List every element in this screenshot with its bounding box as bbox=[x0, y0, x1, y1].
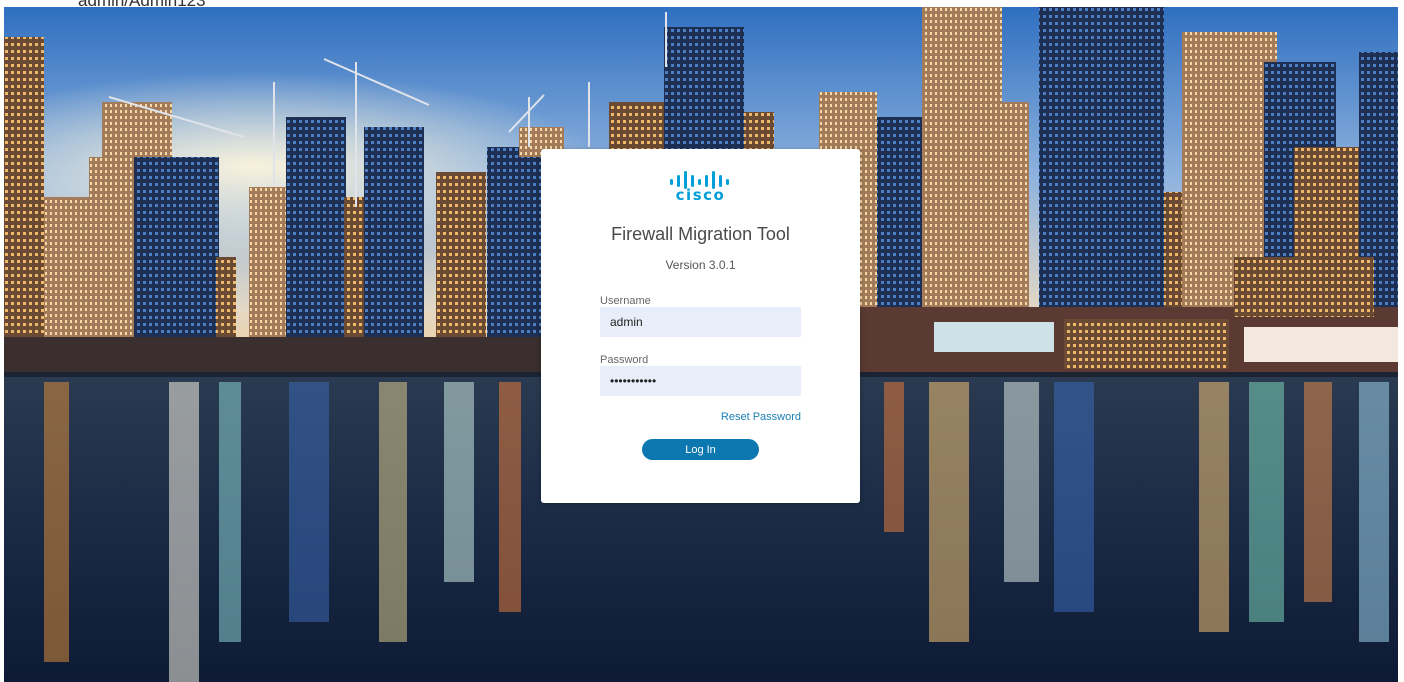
login-page: admin/Admin123 cisco Firewall Migration … bbox=[0, 0, 1404, 682]
login-card: cisco Firewall Migration Tool Version 3.… bbox=[541, 149, 860, 503]
password-input[interactable] bbox=[600, 366, 801, 396]
page-title: Firewall Migration Tool bbox=[611, 224, 790, 244]
login-button[interactable]: Log In bbox=[642, 439, 759, 460]
reset-password-link[interactable]: Reset Password bbox=[721, 411, 801, 423]
username-label: Username bbox=[600, 295, 651, 307]
version-label: Version 3.0.1 bbox=[665, 258, 736, 272]
cisco-logo: cisco bbox=[541, 171, 860, 203]
password-label: Password bbox=[600, 354, 649, 366]
username-input[interactable] bbox=[600, 307, 801, 337]
cisco-logo-text: cisco bbox=[675, 186, 726, 204]
